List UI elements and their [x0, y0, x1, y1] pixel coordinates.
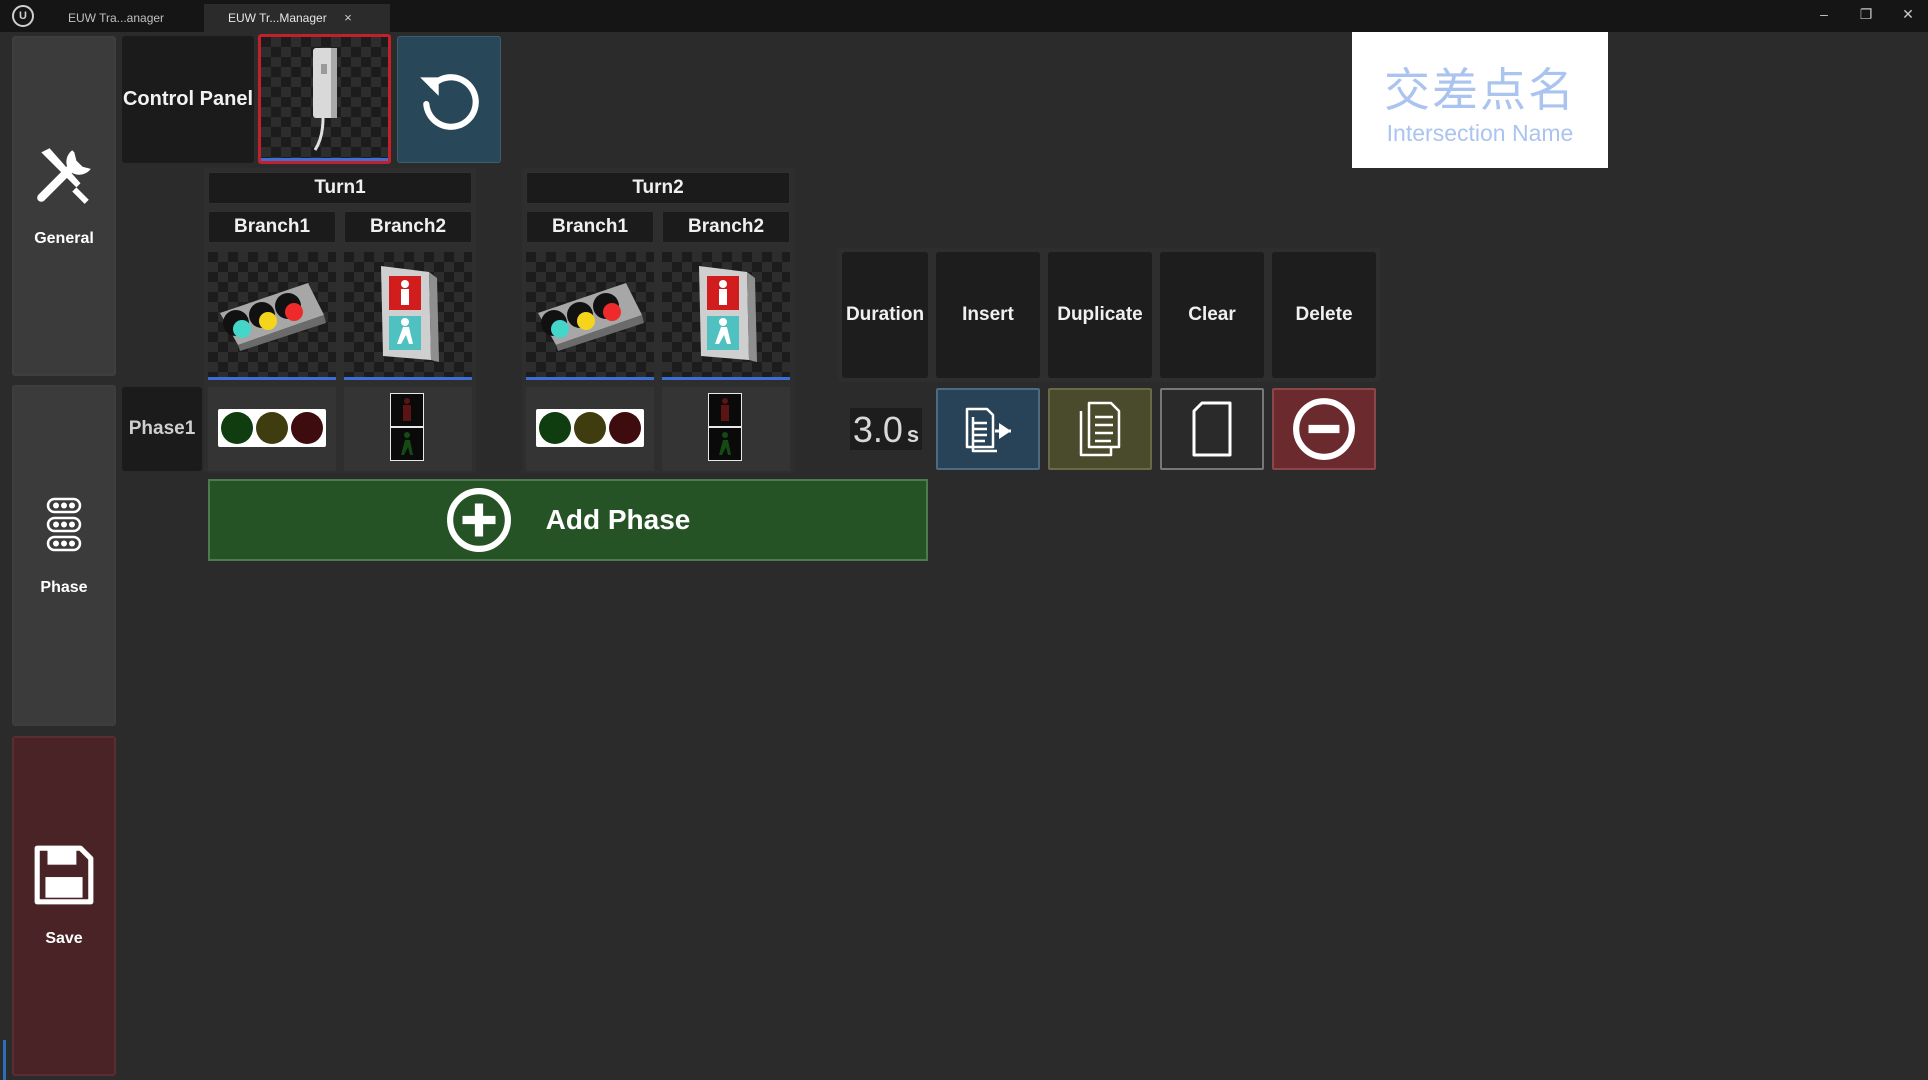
pedestrian-lamp-column	[390, 393, 424, 461]
insert-phase-button[interactable]	[936, 388, 1040, 470]
phase1-label: Phase1	[122, 387, 202, 471]
delete-header: Delete	[1272, 252, 1376, 378]
green-lamp	[221, 412, 253, 444]
sidebar-item-phase[interactable]: Phase	[12, 385, 116, 726]
duration-unit: s	[906, 422, 920, 447]
yellow-lamp	[256, 412, 288, 444]
minimize-button[interactable]: –	[1804, 2, 1844, 26]
turn2-branch1-header: Branch1	[526, 211, 654, 243]
phase1-turn2-branch2-cell[interactable]	[662, 387, 790, 471]
control-panel-device-button[interactable]	[258, 34, 391, 164]
window-titlebar: U EUW Tra...anager EUW Tr...Manager × – …	[0, 0, 1928, 32]
phase1-turn1-branch2-cell[interactable]	[344, 387, 472, 471]
clear-phase-button[interactable]	[1160, 388, 1264, 470]
ped-red-lamp	[391, 394, 423, 426]
yellow-lamp	[574, 412, 606, 444]
turn2-branch2-header: Branch2	[662, 211, 790, 243]
tools-icon	[14, 142, 114, 208]
turn2-branch2-pedestrian-signal[interactable]	[662, 252, 790, 380]
turn1-branch1-header: Branch1	[208, 211, 336, 243]
turn2-header: Turn2	[526, 172, 790, 204]
close-window-button[interactable]: ✕	[1888, 2, 1928, 26]
duplicate-phase-button[interactable]	[1048, 388, 1152, 470]
tab-euw-traffic-manager-2[interactable]: EUW Tr...Manager ×	[204, 4, 390, 32]
vehicle-traffic-light-icon	[538, 282, 644, 351]
duration-value: 3.0	[852, 409, 903, 450]
tab-label: EUW Tr...Manager	[228, 11, 327, 25]
phase1-turn1-branch1-cell[interactable]	[208, 387, 336, 471]
insert-header: Insert	[936, 252, 1040, 378]
duplicate-document-icon	[1079, 401, 1121, 457]
floppy-disk-icon	[14, 842, 114, 908]
vehicle-lamp-row	[218, 409, 326, 447]
add-phase-button[interactable]: Add Phase	[208, 479, 928, 561]
intersection-name-en: Intersection Name	[1386, 120, 1574, 146]
vehicle-traffic-light-icon	[220, 282, 326, 351]
turn1-header: Turn1	[208, 172, 472, 204]
duplicate-header: Duplicate	[1048, 252, 1152, 378]
insert-document-icon	[965, 407, 1011, 453]
duration-header: Duration	[842, 252, 928, 378]
turn1-branch2-header: Branch2	[344, 211, 472, 243]
close-tab-icon[interactable]: ×	[340, 4, 356, 32]
intersection-name-panel: 交差点名 Intersection Name	[1352, 32, 1608, 168]
turn2-branch1-vehicle-signal[interactable]	[526, 252, 654, 380]
blank-document-icon	[1192, 401, 1232, 457]
control-box-icon	[261, 37, 388, 161]
reset-button[interactable]	[397, 36, 501, 163]
phase-lights-icon	[14, 497, 114, 553]
plus-circle-icon	[446, 488, 511, 552]
reset-arrow-icon	[398, 37, 500, 162]
ped-green-lamp	[391, 428, 423, 460]
minus-circle-icon	[1293, 398, 1355, 460]
sidebar-item-label: General	[34, 230, 94, 247]
restore-button[interactable]: ❐	[1846, 2, 1886, 26]
turn1-branch2-pedestrian-signal[interactable]	[344, 252, 472, 380]
red-lamp	[609, 412, 641, 444]
phase1-duration-field[interactable]: 3.0 s	[850, 408, 922, 450]
window-edge-accent	[3, 1040, 6, 1080]
vehicle-lamp-row	[536, 409, 644, 447]
sidebar-item-label: Save	[45, 930, 83, 947]
green-lamp	[539, 412, 571, 444]
ped-green-lamp	[709, 428, 741, 460]
pedestrian-signal-icon	[381, 265, 439, 362]
add-phase-label: Add Phase	[545, 504, 691, 535]
clear-header: Clear	[1160, 252, 1264, 378]
sidebar-item-general[interactable]: General	[12, 36, 116, 376]
intersection-name-zh: 交差点名	[1384, 63, 1576, 117]
save-button[interactable]: Save	[12, 736, 116, 1076]
delete-phase-button[interactable]	[1272, 388, 1376, 470]
tab-euw-traffic-manager-1[interactable]: EUW Tra...anager	[44, 4, 200, 32]
red-lamp	[291, 412, 323, 444]
control-panel-label: Control Panel	[122, 36, 254, 163]
sidebar-item-label: Phase	[40, 579, 88, 596]
pedestrian-lamp-column	[708, 393, 742, 461]
turn1-branch1-vehicle-signal[interactable]	[208, 252, 336, 380]
ped-red-lamp	[709, 394, 741, 426]
phase1-turn2-branch1-cell[interactable]	[526, 387, 654, 471]
pedestrian-signal-icon	[699, 265, 757, 362]
unreal-logo-icon: U	[12, 5, 34, 27]
